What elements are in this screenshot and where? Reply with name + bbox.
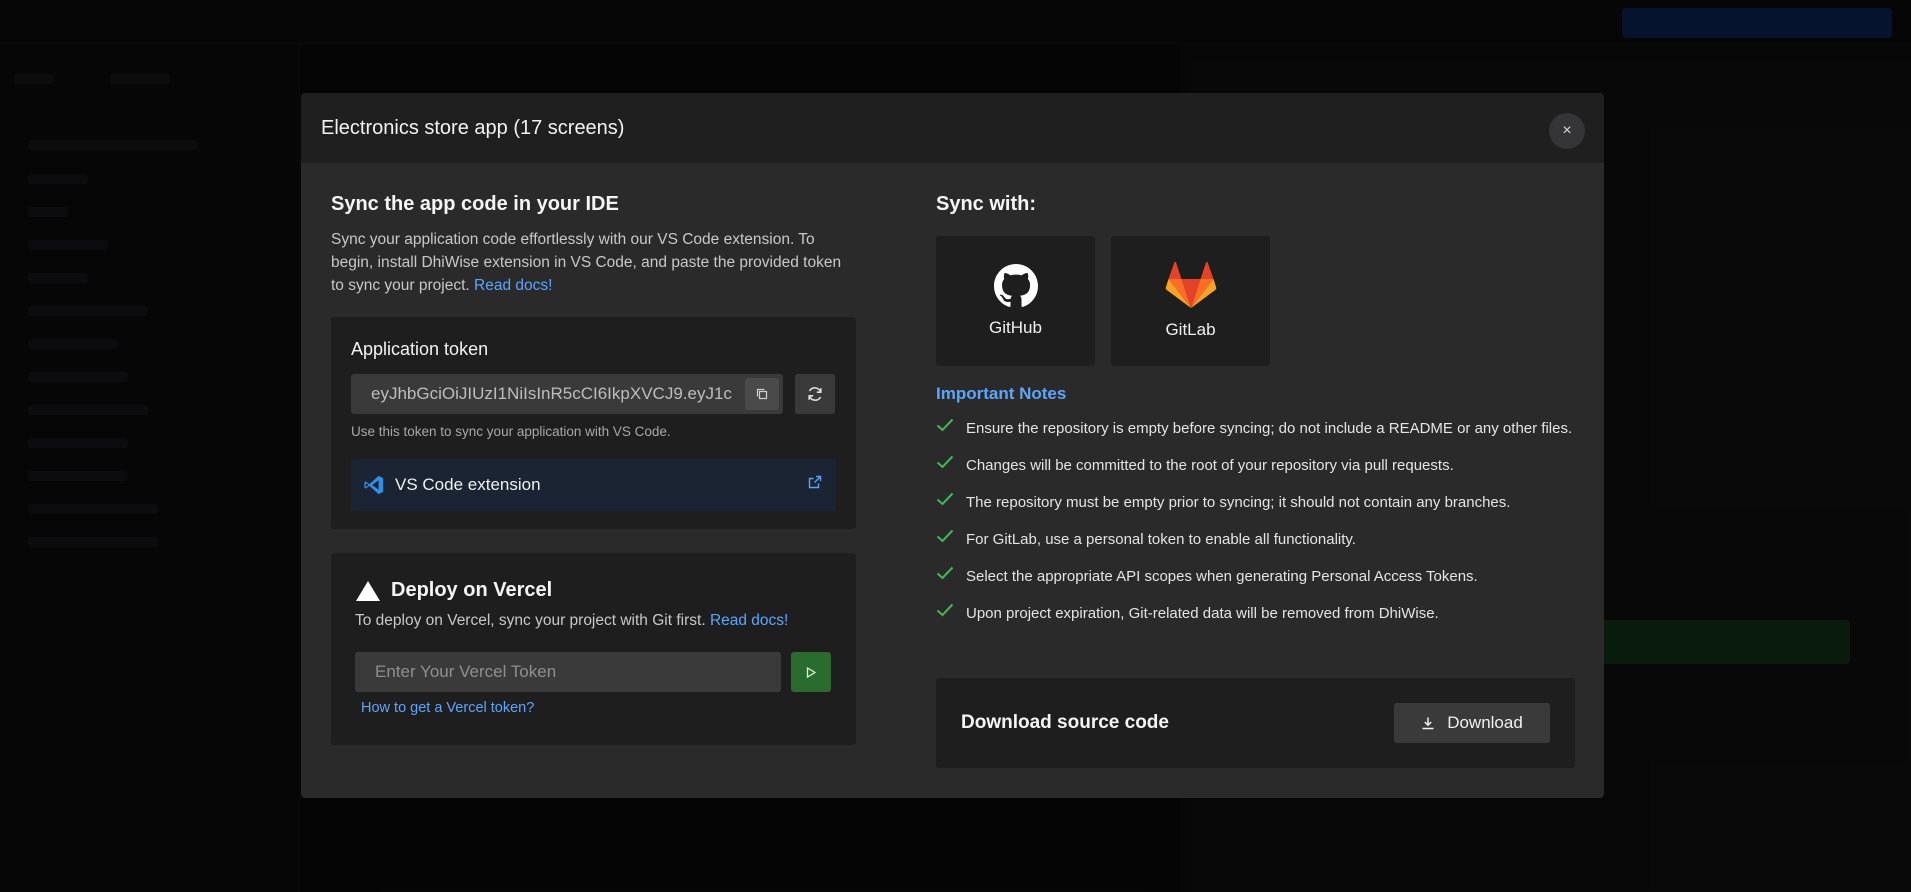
- left-column: Sync the app code in your IDE Sync your …: [331, 193, 856, 745]
- github-provider-button[interactable]: GitHub: [936, 236, 1095, 366]
- check-icon: [936, 529, 954, 543]
- token-row: eyJhbGciOiJIUzI1NiIsInR5cCI6IkpXVCJ9.eyJ…: [351, 374, 836, 414]
- token-value: eyJhbGciOiJIUzI1NiIsInR5cCI6IkpXVCJ9.eyJ…: [371, 384, 732, 403]
- download-icon: [1422, 717, 1434, 730]
- sync-with-heading: Sync with:: [936, 193, 1037, 215]
- note-item: The repository must be empty prior to sy…: [936, 490, 1575, 515]
- sync-ide-description: Sync your application code effortlessly …: [331, 228, 856, 297]
- note-item: Select the appropriate API scopes when g…: [936, 564, 1575, 589]
- vscode-extension-label: VS Code extension: [395, 475, 541, 494]
- vercel-token-help-link[interactable]: How to get a Vercel token?: [361, 700, 832, 716]
- refresh-token-button[interactable]: [795, 374, 835, 414]
- modal-header: Electronics store app (17 screens) ×: [301, 93, 1604, 163]
- vscode-icon: [364, 475, 384, 495]
- github-icon: [993, 264, 1038, 307]
- note-text: Select the appropriate API scopes when g…: [966, 568, 1478, 585]
- provider-list: GitHub GitLab: [936, 236, 1575, 366]
- note-item: For GitLab, use a personal token to enab…: [936, 527, 1575, 552]
- vercel-logo-icon: [356, 580, 380, 601]
- important-notes-list: Ensure the repository is empty before sy…: [936, 416, 1575, 626]
- token-hint: Use this token to sync your application …: [351, 424, 671, 439]
- modal-title: Electronics store app (17 screens): [321, 116, 625, 139]
- github-label: GitHub: [989, 318, 1042, 337]
- vscode-extension-link[interactable]: VS Code extension: [351, 459, 836, 511]
- note-text: Ensure the repository is empty before sy…: [966, 420, 1573, 437]
- vercel-read-docs-link[interactable]: Read docs!: [710, 612, 788, 629]
- gitlab-icon: [1165, 262, 1216, 308]
- important-notes-title: Important Notes: [936, 384, 1067, 403]
- sync-modal: Electronics store app (17 screens) × Syn…: [301, 93, 1604, 798]
- copy-token-button[interactable]: [745, 378, 779, 410]
- close-icon: ×: [1562, 122, 1572, 139]
- read-docs-suffix: !: [548, 277, 553, 294]
- download-button[interactable]: Download: [1394, 703, 1550, 743]
- copy-icon: [756, 388, 768, 400]
- check-icon: [936, 418, 954, 432]
- check-icon: [936, 492, 954, 506]
- play-icon: [806, 666, 816, 678]
- note-text: Upon project expiration, Git-related dat…: [966, 605, 1439, 622]
- vercel-title-row: Deploy on Vercel: [355, 579, 832, 602]
- gitlab-provider-button[interactable]: GitLab: [1111, 236, 1270, 366]
- vercel-description-text: To deploy on Vercel, sync your project w…: [355, 612, 706, 629]
- vercel-title: Deploy on Vercel: [391, 579, 553, 601]
- note-text: The repository must be empty prior to sy…: [966, 494, 1511, 511]
- note-text: For GitLab, use a personal token to enab…: [966, 531, 1356, 548]
- application-token-title: Application token: [351, 339, 489, 359]
- download-button-label: Download: [1447, 713, 1523, 732]
- vercel-token-input[interactable]: [355, 652, 781, 692]
- check-icon: [936, 566, 954, 580]
- note-item: Upon project expiration, Git-related dat…: [936, 601, 1575, 626]
- deploy-vercel-button[interactable]: [791, 652, 831, 692]
- refresh-icon: [808, 387, 822, 401]
- vercel-token-row: [355, 652, 832, 692]
- read-docs-link[interactable]: Read docs: [474, 277, 548, 294]
- download-source-card: Download source code Download: [936, 678, 1575, 768]
- sync-ide-description-text: Sync your application code effortlessly …: [331, 231, 842, 294]
- note-item: Changes will be committed to the root of…: [936, 453, 1575, 478]
- note-item: Ensure the repository is empty before sy…: [936, 416, 1575, 441]
- external-link-icon: [808, 475, 822, 489]
- gitlab-label: GitLab: [1165, 320, 1216, 339]
- download-source-title: Download source code: [961, 712, 1169, 733]
- close-button[interactable]: ×: [1549, 113, 1585, 149]
- vercel-description: To deploy on Vercel, sync your project w…: [355, 612, 832, 630]
- check-icon: [936, 603, 954, 617]
- application-token-card: Application token eyJhbGciOiJIUzI1NiIsIn…: [331, 317, 856, 529]
- sync-ide-heading: Sync the app code in your IDE: [331, 193, 619, 215]
- token-field[interactable]: eyJhbGciOiJIUzI1NiIsInR5cCI6IkpXVCJ9.eyJ…: [351, 374, 783, 414]
- deploy-vercel-card: Deploy on Vercel To deploy on Vercel, sy…: [331, 553, 856, 745]
- check-icon: [936, 455, 954, 469]
- right-column: Sync with: GitHub GitLab Important Notes…: [936, 193, 1575, 638]
- note-text: Changes will be committed to the root of…: [966, 457, 1454, 474]
